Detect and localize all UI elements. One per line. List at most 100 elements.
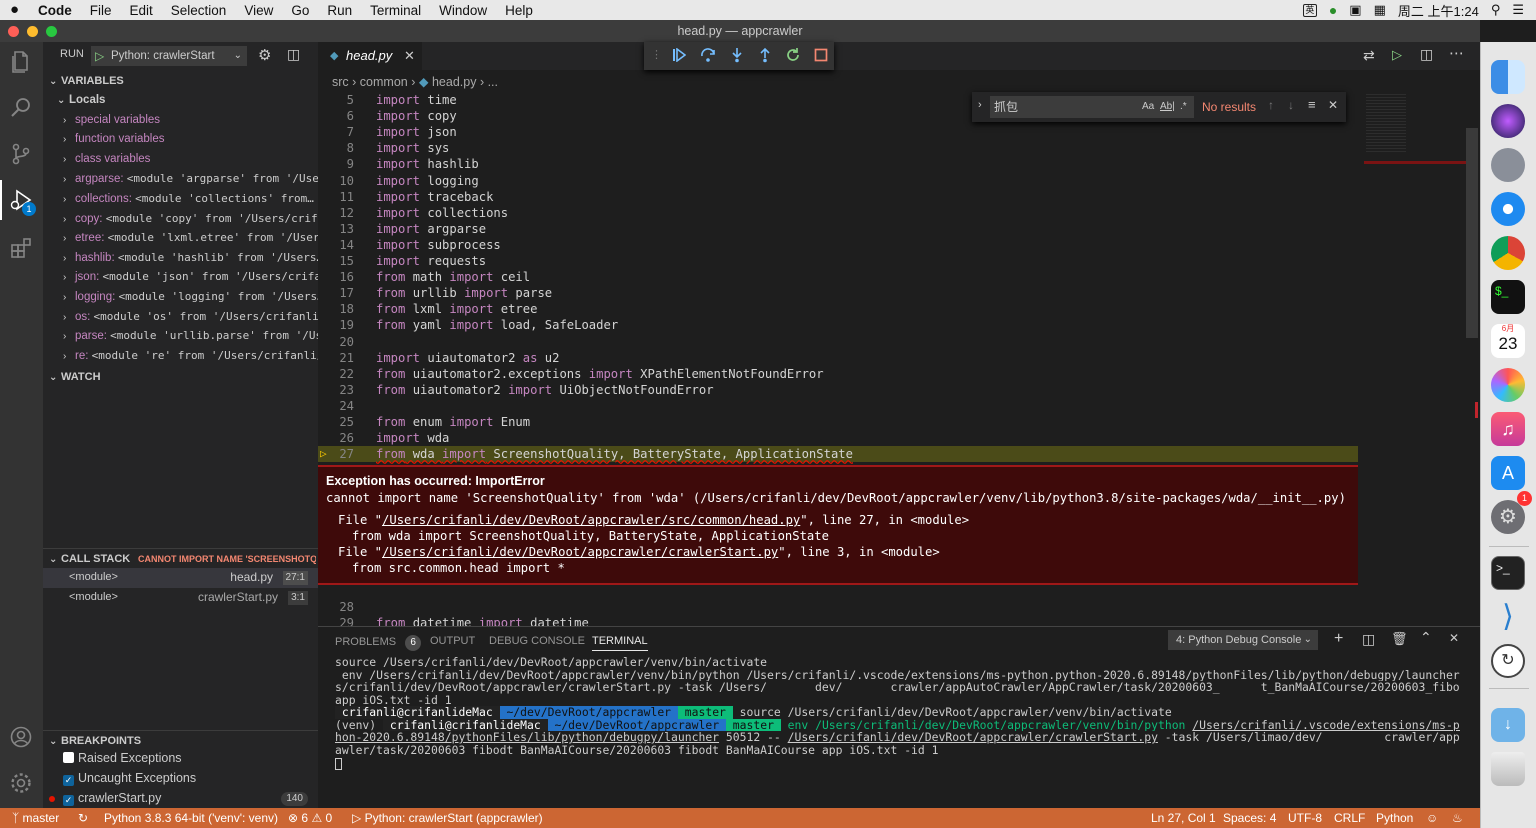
notification-center-icon[interactable]: ☰ <box>1512 2 1524 18</box>
next-match-icon[interactable]: ↓ <box>1288 98 1294 112</box>
extensions-icon[interactable] <box>9 236 33 260</box>
code-view[interactable]: 5 import time 6 import copy 7 import json 8 imp… <box>318 92 1358 630</box>
git-branch[interactable]: ᛉ master <box>12 808 59 828</box>
debug-console-toggle-icon[interactable]: ◫ <box>287 46 300 63</box>
code-line[interactable]: 23 from uiautomator2 import UiObjectNotFo… <box>318 382 1358 398</box>
var-group-special[interactable]: › special variables <box>43 111 318 131</box>
trash-icon[interactable] <box>1491 752 1525 786</box>
end-of-line[interactable]: CRLF <box>1334 808 1365 828</box>
code-line[interactable]: 22 from uiautomator2.exceptions import XP… <box>318 366 1358 382</box>
traceback-link[interactable]: /Users/crifanli/dev/DevRoot/appcrawler/s… <box>382 513 800 527</box>
run-file-icon[interactable]: ▷ <box>1392 47 1402 63</box>
new-terminal-icon[interactable]: + <box>1334 630 1343 648</box>
downloads-folder-icon[interactable]: ↓ <box>1491 708 1525 742</box>
menu-window[interactable]: Window <box>439 3 487 18</box>
vscode-icon[interactable]: ⟩ <box>1491 600 1525 634</box>
regex-icon[interactable]: .* <box>1180 96 1187 118</box>
var-group-class[interactable]: › class variables <box>43 150 318 170</box>
code-line[interactable]: 25 from enum import Enum <box>318 414 1358 430</box>
python-interpreter[interactable]: Python 3.8.3 64-bit ('venv': venv) <box>104 808 278 828</box>
code-line[interactable]: 16 from math import ceil <box>318 269 1358 285</box>
app-store-icon[interactable]: A <box>1491 456 1525 490</box>
language-mode[interactable]: Python <box>1376 808 1413 828</box>
code-line[interactable]: 15 import requests <box>318 253 1358 269</box>
source-control-icon[interactable] <box>9 142 33 166</box>
callstack-section-header[interactable]: ⌄ CALL STACK CANNOT IMPORT NAME 'SCREENSH… <box>43 548 318 568</box>
clock-text[interactable]: 周二 上午1:24 <box>1398 1 1479 20</box>
var-group-function[interactable]: › function variables <box>43 130 318 150</box>
variables-section-header[interactable]: ⌄ VARIABLES <box>43 71 318 91</box>
menu-view[interactable]: View <box>244 3 273 18</box>
settings-gear-icon[interactable] <box>9 771 33 795</box>
code-line[interactable]: 21 import uiautomator2 as u2 <box>318 350 1358 366</box>
restart-icon[interactable] <box>785 47 801 63</box>
system-preferences-icon[interactable]: ⚙ <box>1491 500 1525 534</box>
locals-scope[interactable]: ⌄ Locals <box>43 91 318 111</box>
window-minimize-button[interactable] <box>27 26 38 37</box>
iterm-icon[interactable]: $_ <box>1491 280 1525 314</box>
debug-session[interactable]: ▷ Python: crawlerStart (appcrawler) <box>352 808 543 828</box>
menu-selection[interactable]: Selection <box>171 3 227 18</box>
time-machine-icon[interactable]: ↻ <box>1491 644 1525 678</box>
safari-icon[interactable] <box>1491 192 1525 226</box>
account-icon[interactable] <box>9 725 33 749</box>
find-in-selection-icon[interactable]: ≡ <box>1308 97 1316 112</box>
code-line[interactable]: 28 <box>318 599 1358 615</box>
code-line[interactable]: 13 import argparse <box>318 221 1358 237</box>
breakpoint-uncaught-exceptions[interactable]: ✓ Uncaught Exceptions <box>43 769 318 789</box>
finder-icon[interactable] <box>1491 60 1525 94</box>
callstack-frame[interactable]: <module> head.py 27:1 <box>43 568 318 588</box>
minimap[interactable] <box>1364 90 1466 170</box>
tab-output[interactable]: OUTPUT <box>430 635 475 647</box>
code-line[interactable]: 19 from yaml import load, SafeLoader <box>318 317 1358 333</box>
music-icon[interactable]: ♫ <box>1491 412 1525 446</box>
code-line[interactable]: 12 import collections <box>318 205 1358 221</box>
code-line[interactable]: 18 from lxml import etree <box>318 301 1358 317</box>
indentation[interactable]: Spaces: 4 <box>1223 808 1276 828</box>
kill-terminal-trash-icon[interactable]: 🗑 <box>1391 631 1408 647</box>
breadcrumb-item[interactable]: src <box>332 75 349 89</box>
maximize-panel-icon[interactable]: ⌃ <box>1420 629 1432 646</box>
checkbox[interactable] <box>63 752 74 763</box>
menu-run[interactable]: Run <box>327 3 352 18</box>
split-terminal-icon[interactable]: ◫ <box>1362 631 1375 648</box>
step-into-icon[interactable] <box>729 47 745 63</box>
variable-item[interactable]: › etree: <module 'lxml.etree' from '/User… <box>43 228 318 248</box>
breadcrumb-item[interactable]: head.py <box>432 75 476 89</box>
feedback-icon[interactable]: ☺ <box>1426 808 1438 828</box>
launchpad-icon[interactable] <box>1491 148 1525 182</box>
split-editor-icon[interactable]: ◫ <box>1420 46 1433 63</box>
notifications-bell-icon[interactable]: ♨ <box>1452 808 1463 828</box>
terminal-select[interactable]: 4: Python Debug Console ⌄ <box>1168 630 1318 650</box>
breadcrumb-item[interactable]: ... <box>488 75 498 89</box>
variable-item[interactable]: › copy: <module 'copy' from '/Users/crifa… <box>43 209 318 229</box>
terminal-output[interactable]: source /Users/crifanli/dev/DevRoot/appcr… <box>318 655 1480 805</box>
variable-item[interactable]: › re: <module 're' from '/Users/crifanli/… <box>43 346 318 366</box>
app-icon[interactable]: ▦ <box>1374 2 1386 18</box>
stop-icon[interactable] <box>814 48 828 62</box>
code-line[interactable]: 20 <box>318 334 1358 350</box>
siri-icon[interactable] <box>1491 104 1525 138</box>
find-input[interactable]: 抓包 Aa Ab| .* <box>990 96 1194 118</box>
callstack-frame[interactable]: <module> crawlerStart.py 3:1 <box>43 588 318 608</box>
breakpoint-crawlerstart[interactable]: ✓ crawlerStart.py 140 <box>43 789 318 809</box>
vertical-scrollbar[interactable] <box>1466 128 1478 338</box>
watch-section-header[interactable]: ⌄ WATCH <box>43 367 318 387</box>
spotlight-search-icon[interactable]: ⚲ <box>1491 2 1501 18</box>
code-line[interactable]: 9 import hashlib <box>318 156 1358 172</box>
explorer-icon[interactable] <box>9 50 33 74</box>
step-over-icon[interactable] <box>700 47 716 63</box>
code-line[interactable]: 14 import subprocess <box>318 237 1358 253</box>
step-out-icon[interactable] <box>757 47 773 63</box>
photos-icon[interactable] <box>1491 368 1525 402</box>
traceback-link[interactable]: /Users/crifanli/dev/DevRoot/appcrawler/c… <box>382 545 778 559</box>
code-line[interactable]: 11 import traceback <box>318 189 1358 205</box>
variable-item[interactable]: › collections: <module 'collections' from… <box>43 189 318 209</box>
debug-settings-gear-icon[interactable]: ⚙ <box>258 46 271 64</box>
variable-item[interactable]: › hashlib: <module 'hashlib' from '/Users… <box>43 248 318 268</box>
open-changes-icon[interactable]: ⇄ <box>1363 47 1375 64</box>
terminal-icon[interactable]: >_ <box>1491 556 1525 590</box>
tab-terminal[interactable]: TERMINAL <box>592 635 648 651</box>
continue-icon[interactable] <box>672 48 686 62</box>
chrome-icon[interactable] <box>1491 236 1525 270</box>
